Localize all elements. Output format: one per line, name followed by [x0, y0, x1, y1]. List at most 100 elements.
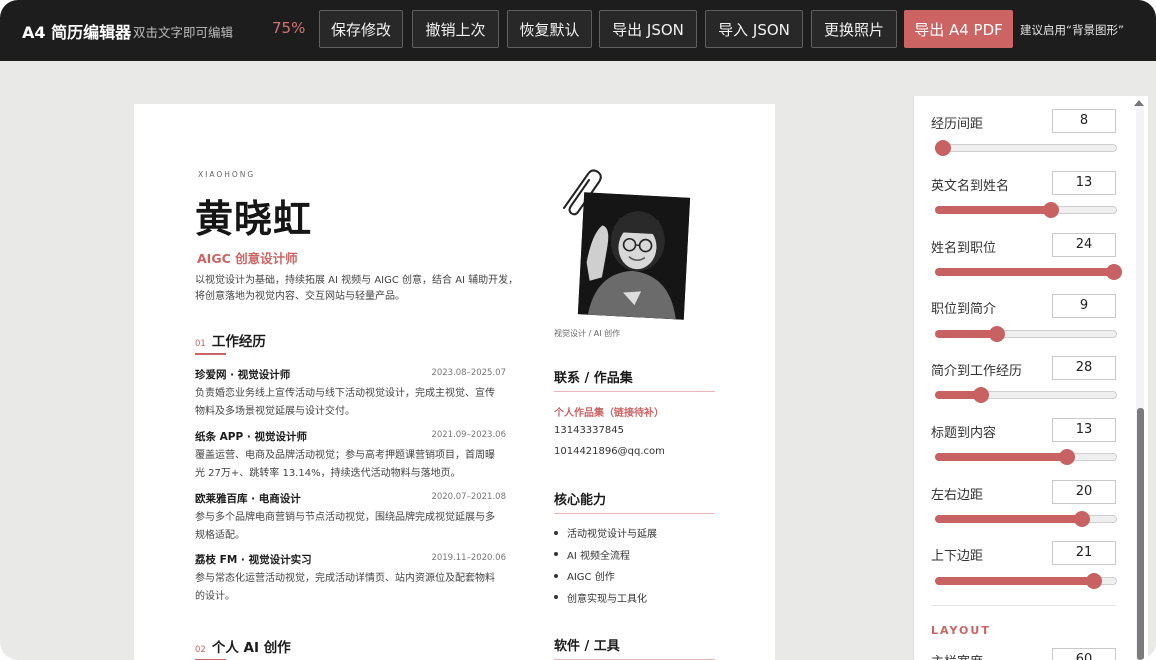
- setting-value-input[interactable]: 8: [1052, 109, 1116, 133]
- section-heading-ai: 02 个人 AI 创作: [195, 636, 291, 656]
- intro-text[interactable]: 以视觉设计为基础，持续拓展 AI 视频与 AIGC 创意，结合 AI 辅助开发，…: [195, 273, 525, 305]
- job-description[interactable]: 参与常态化运营活动视觉，完成活动详情页、站内资源位及配套物料的设计。: [195, 570, 500, 606]
- list-item[interactable]: AIGC 创作: [554, 565, 657, 587]
- reset-button[interactable]: 恢复默认: [507, 10, 592, 48]
- phone-number[interactable]: 13143337845: [554, 425, 624, 436]
- top-toolbar: A4 简历编辑器 双击文字即可编辑 75% 保存修改 撤销上次 恢复默认 导出 …: [0, 0, 1156, 61]
- profile-photo[interactable]: [577, 192, 691, 320]
- setting-slider[interactable]: [935, 326, 1117, 342]
- section-divider: [554, 513, 715, 514]
- slider-knob[interactable]: [1086, 573, 1103, 589]
- setting-value-input[interactable]: 9: [1052, 294, 1116, 318]
- undo-button[interactable]: 撤销上次: [412, 10, 499, 48]
- photo-caption[interactable]: 视觉设计 / AI 创作: [554, 328, 620, 339]
- setting-slider[interactable]: [935, 511, 1117, 527]
- skills-title[interactable]: 核心能力: [554, 489, 606, 508]
- portrait-image: [577, 192, 691, 320]
- slider-knob[interactable]: [1073, 511, 1090, 527]
- latin-name[interactable]: XIAOHONG: [198, 170, 255, 179]
- slider-knob[interactable]: [989, 326, 1006, 342]
- setting-slider[interactable]: [935, 140, 1117, 156]
- portfolio-link[interactable]: 个人作品集（链接待补）: [554, 404, 664, 419]
- slider-knob[interactable]: [973, 387, 989, 403]
- setting-label: 简介到工作经历: [931, 364, 1023, 379]
- section-title[interactable]: 工作经历: [212, 330, 266, 350]
- slider-fill: [935, 453, 1067, 461]
- slider-knob[interactable]: [1043, 202, 1060, 218]
- app-title: A4 简历编辑器: [22, 23, 132, 42]
- setting-slider[interactable]: [935, 387, 1117, 403]
- setting-value-input[interactable]: 28: [1052, 356, 1116, 380]
- email-address[interactable]: 1014421896@qq.com: [554, 446, 665, 457]
- setting-value-input[interactable]: 20: [1052, 480, 1116, 504]
- setting-value-input[interactable]: 21: [1052, 541, 1116, 565]
- list-item[interactable]: 活动视觉设计与延展: [554, 522, 657, 544]
- setting-value-input[interactable]: 13: [1052, 171, 1116, 195]
- bullet-icon: [554, 573, 558, 578]
- setting-value-input[interactable]: 60: [1052, 648, 1116, 660]
- job-description[interactable]: 覆盖运营、电商及品牌活动视觉；参与高考押题课营销项目，首周曝光 27万+、跳转率…: [195, 447, 500, 483]
- job-description[interactable]: 负责婚恋业务线上宣传活动与线下活动视觉设计，完成主视觉、宣传物料及多场景视觉延展…: [195, 385, 500, 421]
- settings-panel: 经历间距 8 英文名到姓名 13 姓名到职位 24 职位到简介 9 简介到工作经…: [913, 96, 1148, 660]
- slider-fill: [935, 206, 1051, 214]
- scrollbar-thumb[interactable]: [1137, 408, 1144, 660]
- slider-fill: [935, 515, 1081, 523]
- resume-page: XIAOHONG 黄晓虹 AIGC 创意设计师 以视觉设计为基础，持续拓展 AI…: [134, 104, 775, 660]
- job-description[interactable]: 参与多个品牌电商营销与节点活动视觉，围绕品牌完成视觉延展与多规格适配。: [195, 509, 500, 545]
- bullet-icon: [554, 595, 558, 600]
- job-role[interactable]: AIGC 创意设计师: [197, 248, 298, 267]
- list-item[interactable]: 创意实现与工具化: [554, 587, 657, 609]
- section-number: 02: [195, 645, 206, 655]
- skill-text: 活动视觉设计与延展: [567, 529, 657, 541]
- setting-label: 职位到简介: [931, 302, 997, 317]
- tools-title[interactable]: 软件 / 工具: [554, 635, 620, 654]
- export-pdf-button[interactable]: 导出 A4 PDF: [904, 10, 1013, 48]
- scroll-up-arrow-icon[interactable]: [1134, 100, 1144, 106]
- setting-label: 经历间距: [931, 117, 984, 132]
- slider-fill: [935, 268, 1114, 276]
- slider-knob[interactable]: [1106, 264, 1123, 280]
- section-heading-work: 01 工作经历: [195, 330, 266, 350]
- section-title[interactable]: 个人 AI 创作: [212, 636, 291, 656]
- edit-hint: 双击文字即可编辑: [133, 25, 234, 40]
- bullet-icon: [554, 552, 558, 557]
- list-item[interactable]: AI 视频全流程: [554, 544, 657, 566]
- panel-divider: [931, 605, 1116, 606]
- setting-label: 姓名到职位: [931, 241, 997, 256]
- resume-name[interactable]: 黄晓虹: [195, 188, 312, 243]
- skill-text: AI 视频全流程: [567, 550, 630, 562]
- job-date[interactable]: 2020.07–2021.08: [431, 492, 506, 502]
- save-button[interactable]: 保存修改: [319, 10, 403, 48]
- job-date[interactable]: 2023.08–2025.07: [431, 368, 506, 378]
- job-title[interactable]: 纸条 APP · 视觉设计师: [195, 429, 307, 444]
- setting-value-input[interactable]: 13: [1052, 418, 1116, 442]
- job-title[interactable]: 珍爱网 · 视觉设计师: [195, 367, 290, 382]
- app-window: A4 简历编辑器 双击文字即可编辑 75% 保存修改 撤销上次 恢复默认 导出 …: [0, 0, 1156, 660]
- setting-slider[interactable]: [935, 449, 1117, 465]
- job-date[interactable]: 2019.11–2020.06: [431, 553, 506, 563]
- setting-label: 英文名到姓名: [931, 179, 1010, 194]
- setting-slider[interactable]: [935, 264, 1123, 280]
- section-number: 01: [195, 339, 206, 349]
- setting-label: 上下边距: [931, 549, 984, 564]
- skills-list: 活动视觉设计与延展 AI 视频全流程 AIGC 创作 创意实现与工具化: [554, 522, 657, 608]
- job-date[interactable]: 2021.09–2023.06: [431, 430, 506, 440]
- section-underline: [195, 353, 226, 355]
- setting-label: 主栏宽度: [931, 651, 983, 660]
- job-title[interactable]: 欧莱雅百库 · 电商设计: [195, 491, 301, 506]
- import-json-button[interactable]: 导入 JSON: [705, 10, 803, 48]
- slider-fill: [935, 577, 1094, 585]
- slider-knob[interactable]: [935, 140, 952, 156]
- setting-slider[interactable]: [935, 202, 1117, 218]
- job-title[interactable]: 荔枝 FM · 视觉设计实习: [195, 552, 312, 567]
- contact-title[interactable]: 联系 / 作品集: [554, 367, 633, 386]
- export-json-button[interactable]: 导出 JSON: [599, 10, 697, 48]
- skill-text: AIGC 创作: [567, 572, 615, 584]
- slider-knob[interactable]: [1059, 449, 1076, 465]
- setting-slider[interactable]: [935, 573, 1117, 589]
- setting-value-input[interactable]: 24: [1052, 233, 1116, 257]
- zoom-level[interactable]: 75%: [272, 19, 305, 37]
- change-photo-button[interactable]: 更换照片: [811, 10, 897, 48]
- section-divider: [554, 391, 715, 392]
- setting-label: 左右边距: [931, 488, 984, 503]
